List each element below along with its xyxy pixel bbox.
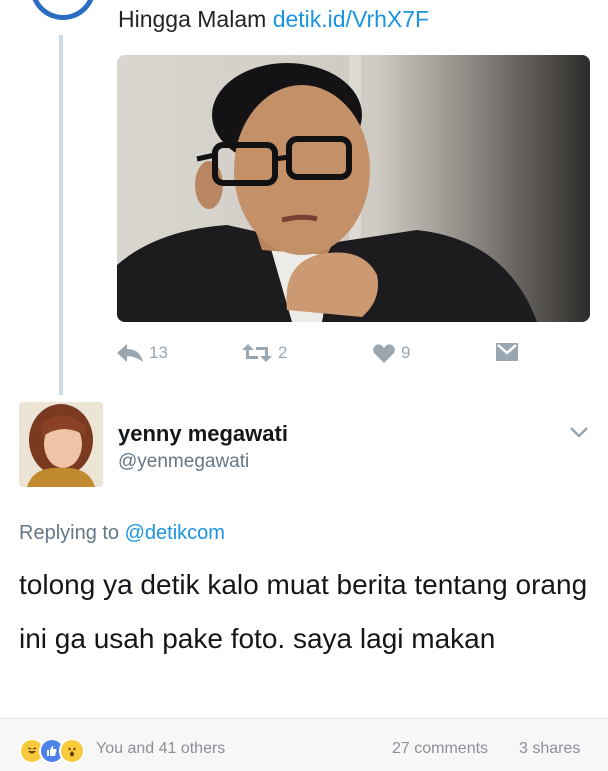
tweet-link[interactable]: detik.id/VrhX7F [273,6,429,32]
reactions-summary[interactable]: You and 41 others [96,740,225,758]
tweet-photo[interactable] [117,55,590,322]
facebook-footer: You and 41 others 27 comments 3 shares [0,718,608,771]
replying-mention[interactable]: @detikcom [125,522,225,544]
display-name[interactable]: yenny megawati [118,421,288,447]
tweet-actions: 13 2 9 [117,343,590,369]
chevron-down-icon[interactable] [569,425,589,443]
retweet-icon [242,344,272,362]
tweet-text-top: Hingga Malam detik.id/VrhX7F [118,6,429,33]
comments-count[interactable]: 27 comments [392,740,488,758]
reply-icon [117,344,143,362]
reply-tweet-text: tolong ya detik kalo muat berita tentang… [19,569,588,654]
heart-icon [373,343,395,363]
retweet-action[interactable]: 2 [242,343,287,363]
reaction-icons[interactable] [19,738,85,764]
like-action[interactable]: 9 [373,343,410,363]
wow-icon [59,738,85,764]
reply-count: 13 [149,343,168,362]
dm-action[interactable] [496,343,518,361]
detikcom-avatar[interactable] [30,0,96,20]
direct-message-icon [496,343,518,361]
user-handle[interactable]: @yenmegawati [118,451,249,473]
thread-line [59,35,63,395]
reply-action[interactable]: 13 [117,343,168,363]
shares-count[interactable]: 3 shares [519,740,580,758]
screenshot: Hingga Malam detik.id/VrhX7F 13 2 9 yenn… [0,0,608,771]
tweet-text-prefix: Hingga Malam [118,6,267,32]
yenny-avatar[interactable] [19,402,103,487]
like-count: 9 [401,343,411,362]
replying-label: Replying to [19,522,120,544]
replying-to-line: Replying to @detikcom [19,522,225,545]
retweet-count: 2 [278,343,288,362]
